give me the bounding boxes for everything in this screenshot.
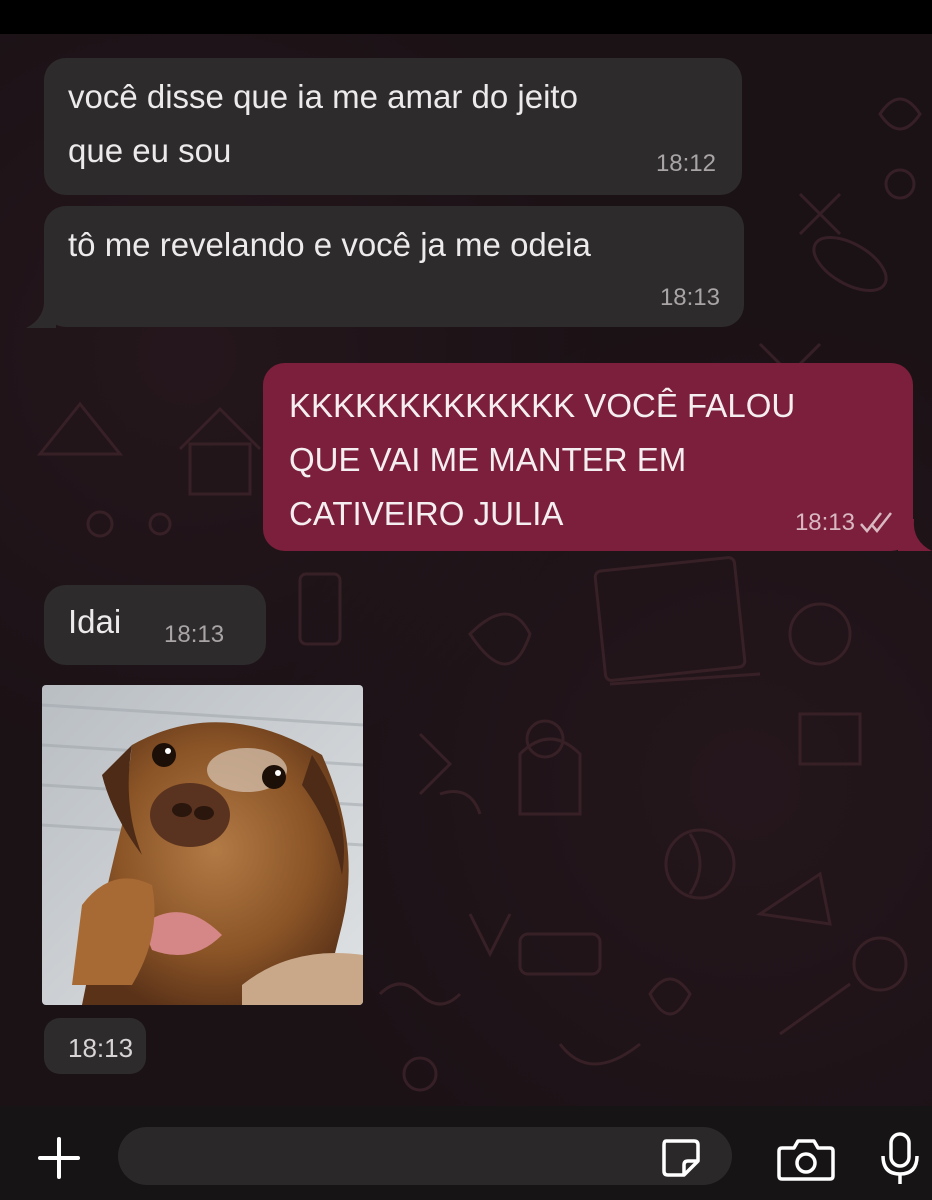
status-bar: [0, 0, 932, 34]
dog-photo[interactable]: [42, 685, 363, 1005]
plus-icon[interactable]: [36, 1135, 82, 1181]
image-message[interactable]: [42, 685, 363, 1005]
message-time: 18:12: [655, 150, 716, 177]
message-time: 18:13: [659, 284, 720, 311]
camera-icon[interactable]: [776, 1136, 836, 1182]
message-bubble-outgoing[interactable]: KKKKKKKKKKKKK VOCÊ FALOU QUE VAI ME MANT…: [263, 363, 913, 551]
message-text: tô me revelando e você ja me odeia: [68, 226, 591, 263]
microphone-icon[interactable]: [878, 1130, 922, 1188]
message-text: Idai: [68, 603, 122, 640]
bubble-tail: [26, 296, 56, 328]
message-time: 18:13: [68, 1033, 134, 1063]
sticker-icon[interactable]: [658, 1135, 702, 1179]
message-bubble-incoming[interactable]: tô me revelando e você ja me odeia 18:13: [44, 206, 744, 327]
chat-area[interactable]: você disse que ia me amar do jeito que e…: [0, 34, 932, 1106]
read-receipt-icon: [860, 512, 892, 533]
bubble-tail: [898, 519, 932, 551]
message-text: KKKKKKKKKKKKK VOCÊ FALOU QUE VAI ME MANT…: [289, 387, 796, 532]
composer-bar: [0, 1106, 932, 1200]
message-text: você disse que ia me amar do jeito que e…: [68, 78, 578, 169]
message-time: 18:13: [794, 509, 855, 536]
message-time: 18:13: [164, 621, 225, 648]
message-bubble-incoming[interactable]: você disse que ia me amar do jeito que e…: [44, 58, 742, 195]
message-input[interactable]: [118, 1127, 732, 1185]
message-time-chip: 18:13: [44, 1018, 146, 1074]
message-bubble-incoming[interactable]: Idai 18:13: [44, 585, 266, 665]
